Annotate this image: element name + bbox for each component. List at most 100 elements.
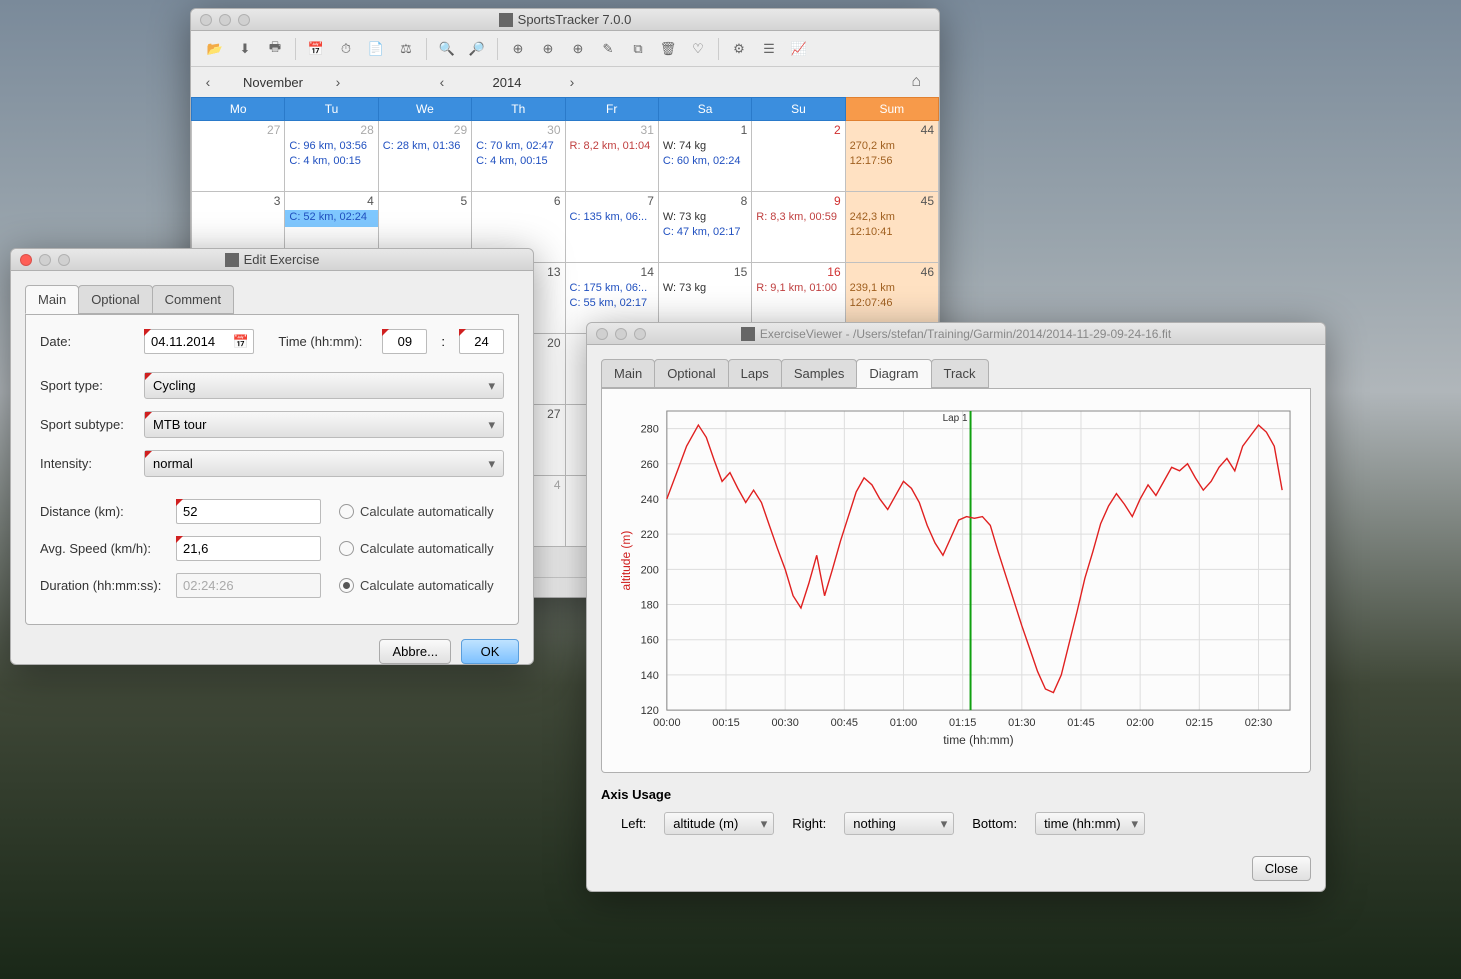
- close-button[interactable]: Close: [1252, 856, 1311, 881]
- edit-icon[interactable]: ✎: [594, 35, 622, 63]
- calendar-cell[interactable]: 30C: 70 km, 02:47C: 4 km, 00:15: [472, 121, 565, 192]
- axis-usage: Axis Usage Left: altitude (m) Right: not…: [601, 787, 1311, 835]
- tab-track[interactable]: Track: [931, 359, 989, 388]
- copy-icon[interactable]: ⧉: [624, 35, 652, 63]
- next-month-icon[interactable]: ›: [331, 75, 345, 89]
- close-light[interactable]: [20, 254, 32, 266]
- calc-distance-radio[interactable]: Calculate automatically: [339, 504, 494, 519]
- toolbar: 📂 ⬇ 🖶 📅 ⏱ 📄 ⚖ 🔍 🔎 ⊕ ⊕ ⊕ ✎ ⧉ 🗑 ♡ ⚙ ☰ 📈: [191, 31, 939, 67]
- axis-right-combo[interactable]: nothing: [844, 812, 954, 835]
- tab-comment[interactable]: Comment: [152, 285, 234, 314]
- intensity-combo[interactable]: normal: [144, 450, 504, 477]
- add-note-icon[interactable]: ⊕: [534, 35, 562, 63]
- calendar-icon[interactable]: 📅: [302, 35, 330, 63]
- duration-input[interactable]: [176, 573, 321, 598]
- close-light[interactable]: [200, 14, 212, 26]
- distance-input[interactable]: [176, 499, 321, 524]
- calendar-sum-cell: 45242,3 km12:10:41: [845, 192, 938, 263]
- next-year-icon[interactable]: ›: [565, 75, 579, 89]
- axis-left-label: Left:: [621, 816, 646, 831]
- open-icon[interactable]: 📂: [201, 35, 229, 63]
- navbar: ‹ November › ‹ 2014 › ⌂: [191, 67, 939, 97]
- nav-month: November: [233, 75, 313, 90]
- day-header: We: [378, 98, 471, 121]
- tab-diagram[interactable]: Diagram: [856, 359, 931, 388]
- tab-samples[interactable]: Samples: [781, 359, 858, 388]
- avgspeed-input[interactable]: [176, 536, 321, 561]
- tab-main[interactable]: Main: [601, 359, 655, 388]
- svg-text:200: 200: [641, 564, 659, 576]
- stats-icon[interactable]: ☰: [755, 35, 783, 63]
- day-header: Sa: [658, 98, 751, 121]
- dialog-title: Edit Exercise: [11, 252, 533, 267]
- prev-year-icon[interactable]: ‹: [435, 75, 449, 89]
- day-header: Mo: [192, 98, 285, 121]
- sport-subtype-combo[interactable]: MTB tour: [144, 411, 504, 438]
- prev-month-icon[interactable]: ‹: [201, 75, 215, 89]
- calendar-cell[interactable]: 7C: 135 km, 06:..: [565, 192, 658, 263]
- ok-button[interactable]: OK: [461, 639, 519, 664]
- gear-icon[interactable]: ⚙: [725, 35, 753, 63]
- altitude-chart[interactable]: 12014016018020022024026028000:0000:1500:…: [612, 399, 1300, 762]
- tab-main[interactable]: Main: [25, 285, 79, 314]
- calendar-picker-icon[interactable]: 📅: [233, 334, 249, 350]
- calendar-cell[interactable]: 9R: 8,3 km, 00:59: [752, 192, 845, 263]
- axis-bottom-combo[interactable]: time (hh:mm): [1035, 812, 1145, 835]
- svg-text:00:15: 00:15: [712, 717, 739, 729]
- svg-text:01:15: 01:15: [949, 717, 976, 729]
- zoom-light[interactable]: [238, 14, 250, 26]
- chart-icon[interactable]: 📈: [785, 35, 813, 63]
- delete-icon[interactable]: 🗑: [654, 35, 682, 63]
- calendar-cell[interactable]: 27: [192, 121, 285, 192]
- svg-text:280: 280: [641, 424, 659, 436]
- close-light[interactable]: [596, 328, 608, 340]
- svg-text:01:30: 01:30: [1008, 717, 1035, 729]
- titlebar[interactable]: SportsTracker 7.0.0: [191, 9, 939, 31]
- stopwatch-icon[interactable]: ⏱: [332, 35, 360, 63]
- print-icon[interactable]: 🖶: [261, 35, 289, 63]
- save-icon[interactable]: ⬇: [231, 35, 259, 63]
- abbrechen-button[interactable]: Abbre...: [379, 639, 451, 664]
- zoom-out-icon[interactable]: 🔎: [463, 35, 491, 63]
- calendar-cell[interactable]: 8W: 73 kgC: 47 km, 02:17: [658, 192, 751, 263]
- svg-text:00:45: 00:45: [831, 717, 858, 729]
- zoom-light[interactable]: [58, 254, 70, 266]
- traffic-lights: [200, 14, 250, 26]
- calendar-cell[interactable]: 29C: 28 km, 01:36: [378, 121, 471, 192]
- day-header: Su: [752, 98, 845, 121]
- add-weight-icon[interactable]: ⊕: [564, 35, 592, 63]
- heart-icon[interactable]: ♡: [684, 35, 712, 63]
- titlebar[interactable]: Edit Exercise: [11, 249, 533, 271]
- time-label: Time (hh:mm):: [278, 334, 374, 349]
- window-title: SportsTracker 7.0.0: [191, 12, 939, 27]
- svg-text:altitude (m): altitude (m): [619, 531, 633, 591]
- day-header: Fr: [565, 98, 658, 121]
- calendar-cell[interactable]: 28C: 96 km, 03:56C: 4 km, 00:15: [285, 121, 378, 192]
- tabbar: Main Optional Comment: [25, 285, 519, 315]
- calendar-cell[interactable]: 31R: 8,2 km, 01:04: [565, 121, 658, 192]
- zoom-light[interactable]: [634, 328, 646, 340]
- calc-speed-radio[interactable]: Calculate automatically: [339, 541, 494, 556]
- svg-text:00:30: 00:30: [771, 717, 798, 729]
- weight-icon[interactable]: ⚖: [392, 35, 420, 63]
- tab-optional[interactable]: Optional: [654, 359, 728, 388]
- tab-optional[interactable]: Optional: [78, 285, 152, 314]
- add-exercise-icon[interactable]: ⊕: [504, 35, 532, 63]
- home-icon[interactable]: ⌂: [911, 73, 921, 91]
- minimize-light[interactable]: [219, 14, 231, 26]
- note-icon[interactable]: 📄: [362, 35, 390, 63]
- calendar-cell[interactable]: 2: [752, 121, 845, 192]
- titlebar[interactable]: ExerciseViewer - /Users/stefan/Training/…: [587, 323, 1325, 345]
- search-icon[interactable]: 🔍: [433, 35, 461, 63]
- sport-subtype-label: Sport subtype:: [40, 417, 136, 432]
- tab-laps[interactable]: Laps: [728, 359, 782, 388]
- calc-duration-radio[interactable]: Calculate automatically: [339, 578, 494, 593]
- minimize-light[interactable]: [615, 328, 627, 340]
- axis-left-combo[interactable]: altitude (m): [664, 812, 774, 835]
- svg-text:260: 260: [641, 459, 659, 471]
- calendar-cell[interactable]: 1W: 74 kgC: 60 km, 02:24: [658, 121, 751, 192]
- svg-text:120: 120: [641, 705, 659, 717]
- sport-type-combo[interactable]: Cycling: [144, 372, 504, 399]
- distance-label: Distance (km):: [40, 504, 168, 519]
- minimize-light[interactable]: [39, 254, 51, 266]
